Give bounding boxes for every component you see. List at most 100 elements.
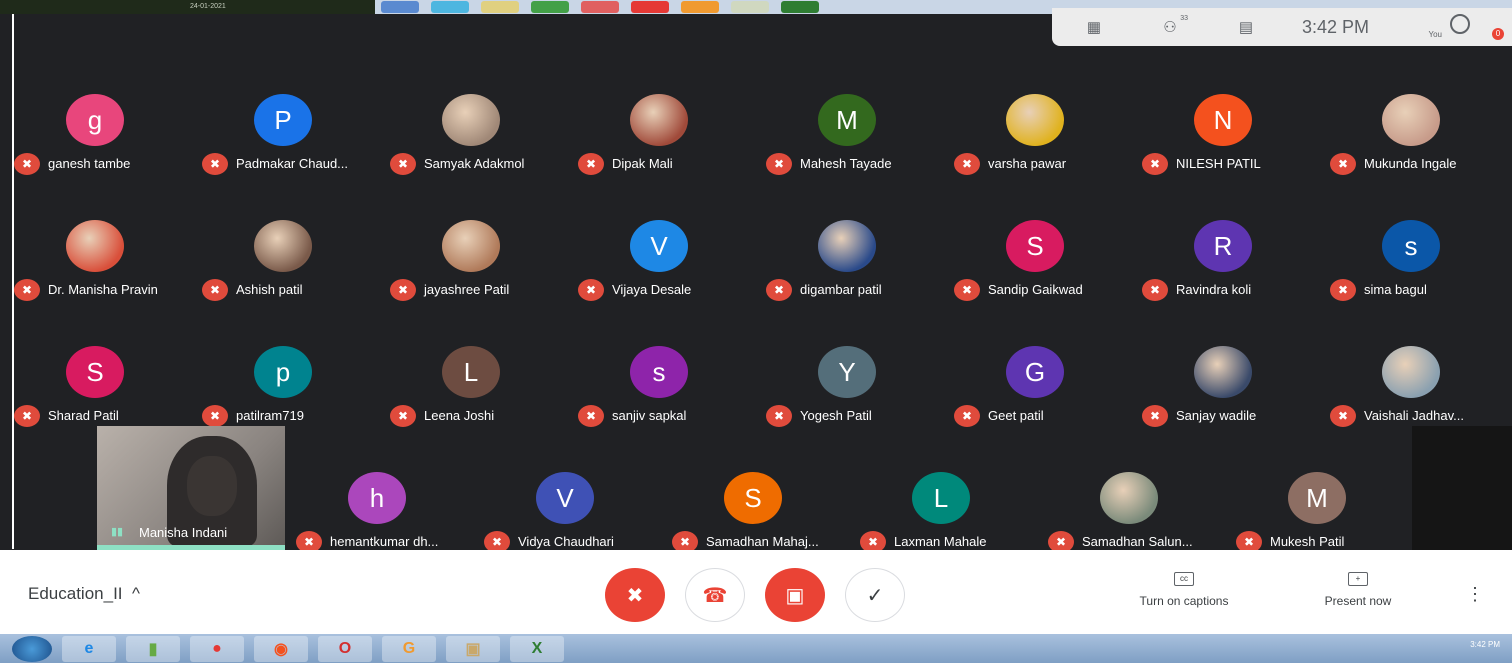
participant-tile[interactable]: h ✖ hemantkumar dh... (296, 460, 484, 560)
participant-tile[interactable]: p ✖ patilram719 (202, 334, 390, 434)
participant-tile[interactable]: S ✖ Sandip Gaikwad (954, 208, 1142, 308)
participant-avatar: V (536, 472, 594, 524)
mic-off-button[interactable]: ✖ (605, 568, 665, 622)
meeting-name: Education_II (28, 584, 123, 603)
participant-name: jayashree Patil (424, 282, 510, 297)
ie-icon[interactable]: e (62, 635, 116, 662)
taskbar-app-icon[interactable] (531, 1, 569, 13)
grid-layout-icon[interactable]: ▦ (1084, 19, 1104, 36)
participant-avatar: M (818, 94, 876, 146)
firefox-icon[interactable]: ◉ (254, 635, 308, 662)
opera-icon[interactable]: O (318, 635, 372, 662)
participant-avatar (1194, 346, 1252, 398)
participant-tile[interactable]: ✖ varsha pawar (954, 82, 1142, 182)
more-options-icon[interactable]: ⋮ (1466, 584, 1484, 605)
participant-avatar: N (1194, 94, 1252, 146)
participant-tile[interactable]: L ✖ Leena Joshi (390, 334, 578, 434)
participant-tile[interactable]: G ✖ Geet patil (954, 334, 1142, 434)
participant-tile[interactable]: M ✖ Mukesh Patil (1236, 460, 1424, 560)
participant-tile[interactable]: ✖ Mukunda Ingale (1330, 82, 1512, 182)
mic-muted-icon: ✖ (14, 279, 40, 301)
people-icon[interactable]: ⚇ 33 (1160, 15, 1188, 36)
participant-tile[interactable]: S ✖ Samadhan Mahaj... (672, 460, 860, 560)
mic-muted-icon: ✖ (954, 153, 980, 175)
participant-name: Sharad Patil (48, 408, 119, 423)
start-button[interactable] (12, 635, 52, 662)
participant-tile[interactable]: Y ✖ Yogesh Patil (766, 334, 954, 434)
mic-muted-icon: ✖ (1330, 405, 1356, 427)
mic-muted-icon: ✖ (1142, 279, 1168, 301)
folder-icon[interactable]: ▣ (446, 635, 500, 662)
participant-tile[interactable]: s ✖ sanjiv sapkal (578, 334, 766, 434)
participant-tile[interactable]: S ✖ Sharad Patil (14, 334, 202, 434)
self-name: Manisha Indani (139, 525, 228, 540)
meeting-details[interactable]: Education_II ^ (28, 584, 140, 604)
participant-name: Dipak Mali (612, 156, 673, 171)
participant-tile[interactable]: ✖ Ashish patil (202, 208, 390, 308)
chevron-up-icon[interactable]: ^ (132, 584, 140, 603)
self-avatar-icon[interactable] (1450, 14, 1470, 34)
participant-avatar: G (1006, 346, 1064, 398)
participant-tile[interactable]: ✖ jayashree Patil (390, 208, 578, 308)
taskbar-app-icon[interactable] (481, 1, 519, 13)
camera-off-button[interactable]: ▣ (765, 568, 825, 622)
leave-call-button[interactable]: ☎ (685, 568, 745, 622)
hang-up-icon: ☎ (702, 584, 728, 607)
left-edge (0, 14, 14, 549)
participant-tile[interactable]: R ✖ Ravindra koli (1142, 208, 1330, 308)
participant-tile[interactable]: ✖ Dr. Manisha Pravin (14, 208, 202, 308)
meet-window: 24-01-2021 ▦ ⚇ 33 ▤ 3:42 PM You 0 g ✖ ganes… (0, 0, 1512, 663)
participant-name: Samadhan Mahaj... (706, 534, 819, 549)
taskbar-app-icon[interactable] (731, 1, 769, 13)
participant-name: Ashish patil (236, 282, 303, 297)
participant-row-1: g ✖ ganesh tambe P ✖ Padmakar Chaud... ✖ Samyak… (14, 82, 1512, 182)
mic-muted-icon: ✖ (766, 153, 792, 175)
participant-tile[interactable]: N ✖ NILESH PATIL (1142, 82, 1330, 182)
excel-icon[interactable]: X (510, 635, 564, 662)
participant-tile[interactable]: g ✖ ganesh tambe (14, 82, 202, 182)
tray-clock: 3:42 PM (1470, 640, 1500, 649)
present-now-button[interactable]: + Present now (1312, 572, 1404, 608)
taskbar-app-icon[interactable] (781, 1, 819, 13)
confirm-button[interactable]: ✓ (845, 568, 905, 622)
participant-tile[interactable]: s ✖ sima bagul (1330, 208, 1512, 308)
mic-muted-icon: ✖ (390, 405, 416, 427)
taskbar-app-icon[interactable] (581, 1, 619, 13)
participant-tile[interactable]: ✖ digambar patil (766, 208, 954, 308)
captions-button[interactable]: cc Turn on captions (1122, 572, 1246, 608)
taskbar-app-icon[interactable] (381, 1, 419, 13)
participant-tile[interactable]: V ✖ Vijaya Desale (578, 208, 766, 308)
participant-tile[interactable]: ✖ Dipak Mali (578, 82, 766, 182)
chat-icon[interactable]: ▤ (1236, 19, 1256, 36)
participant-tile[interactable]: ✖ Samyak Adakmol (390, 82, 578, 182)
participant-avatar: R (1194, 220, 1252, 272)
participant-tile[interactable]: P ✖ Padmakar Chaud... (202, 82, 390, 182)
taskbar-app-icon[interactable] (681, 1, 719, 13)
participant-name: Mahesh Tayade (800, 156, 892, 171)
participant-tile[interactable]: ✖ Sanjay wadile (1142, 334, 1330, 434)
participant-tile[interactable]: L ✖ Laxman Mahale (860, 460, 1048, 560)
participant-tile[interactable]: ✖ Samadhan Salun... (1048, 460, 1236, 560)
you-label: You (1428, 30, 1443, 39)
participant-row-3: S ✖ Sharad Patil p ✖ patilram719 L ✖ Leena Joshi… (14, 334, 1512, 434)
participant-name: ganesh tambe (48, 156, 131, 171)
participant-tile[interactable]: ✖ Vaishali Jadhav... (1330, 334, 1512, 434)
right-strip (1412, 426, 1512, 550)
mic-muted-icon: ✖ (202, 279, 228, 301)
mic-muted-icon: ✖ (1142, 153, 1168, 175)
meeting-clock: 3:42 PM (1302, 16, 1370, 37)
app-icon[interactable]: ▮ (126, 635, 180, 662)
app-icon[interactable]: G (382, 635, 436, 662)
self-video-tile[interactable]: ▮▮ Manisha Indani (97, 426, 285, 550)
participant-name: Geet patil (988, 408, 1044, 423)
participant-name: Sanjay wadile (1176, 408, 1257, 423)
participant-name: Mukesh Patil (1270, 534, 1345, 549)
participant-tile[interactable]: V ✖ Vidya Chaudhari (484, 460, 672, 560)
chrome-icon[interactable]: ● (190, 635, 244, 662)
notification-badge: 0 (1492, 28, 1504, 40)
mic-muted-icon: ✖ (578, 405, 604, 427)
participant-tile[interactable]: M ✖ Mahesh Tayade (766, 82, 954, 182)
taskbar-app-icon[interactable] (431, 1, 469, 13)
taskbar-app-icon[interactable] (631, 1, 669, 13)
participant-avatar: s (1382, 220, 1440, 272)
